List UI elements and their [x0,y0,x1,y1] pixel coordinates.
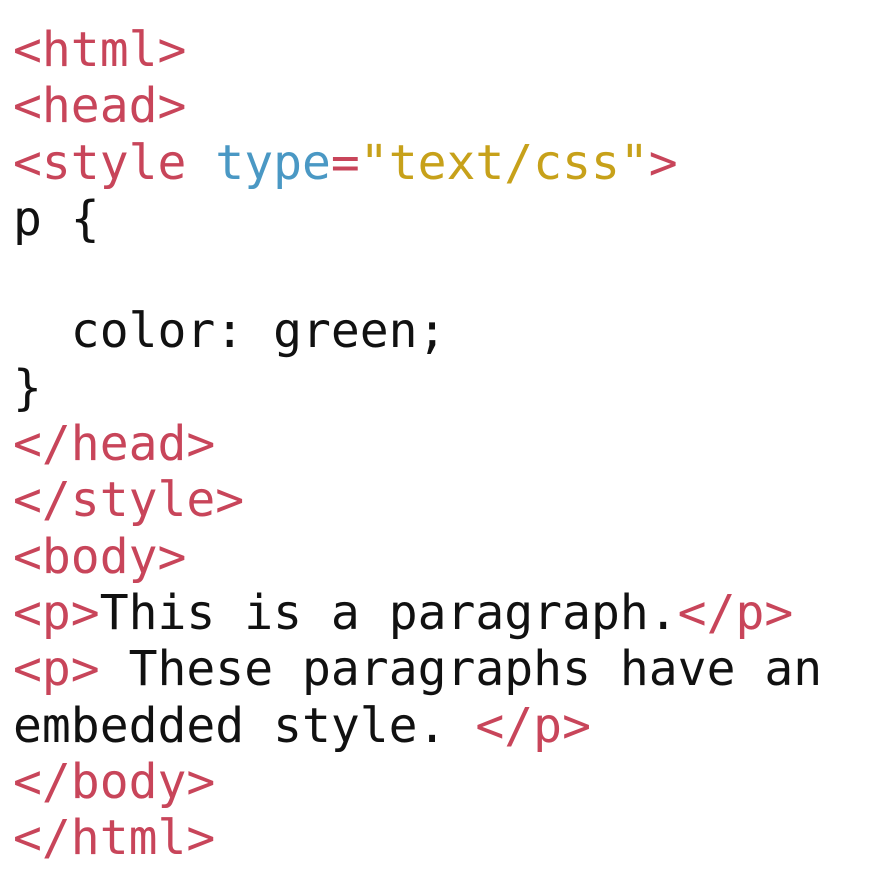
plain-text-token: color: green; [13,303,447,360]
plain-text-token: embedded style. [13,697,476,754]
code-line: <body> [13,529,878,585]
html-tag-token: </style> [13,472,245,529]
code-line: <head> [13,78,878,134]
plain-text-token: } [13,359,42,416]
html-tag-token: </body> [13,753,216,810]
html-tag-token: </html> [13,810,216,867]
plain-text-token: These paragraphs have an [99,641,823,698]
html-tag-token: <p> [13,641,100,698]
html-tag-token: > [648,134,678,191]
code-line: <p> These paragraphs have an [13,641,878,697]
code-line: <html> [13,22,878,78]
code-line: <style type="text/css"> [13,135,878,191]
attribute-name-token: type [215,134,331,191]
code-line: color: green; [13,303,878,359]
html-tag-token: </p> [677,584,794,641]
plain-text-token: This is a paragraph. [99,584,678,641]
html-tag-token: </head> [13,416,216,473]
code-snippet: <html> <head> <style type="text/css"> p { c… [13,22,878,866]
code-line: } [13,360,878,416]
string-value-token: "text/css" [359,134,649,191]
equals-token: = [330,134,360,191]
code-line: </html> [13,810,878,866]
code-line: p { [13,191,878,247]
html-tag-token: <style [13,134,216,191]
html-tag-token: <p> [13,584,100,641]
code-line: </body> [13,754,878,810]
html-tag-token: <body> [13,528,187,585]
plain-text-token: p { [13,190,100,247]
html-tag-token: <head> [13,78,187,135]
html-tag-token: <html> [13,22,187,78]
code-line: embedded style. </p> [13,698,878,754]
code-line: </head> [13,416,878,472]
html-tag-token: </p> [475,697,591,754]
code-line: <p>This is a paragraph.</p> [13,585,878,641]
code-line: </style> [13,472,878,528]
